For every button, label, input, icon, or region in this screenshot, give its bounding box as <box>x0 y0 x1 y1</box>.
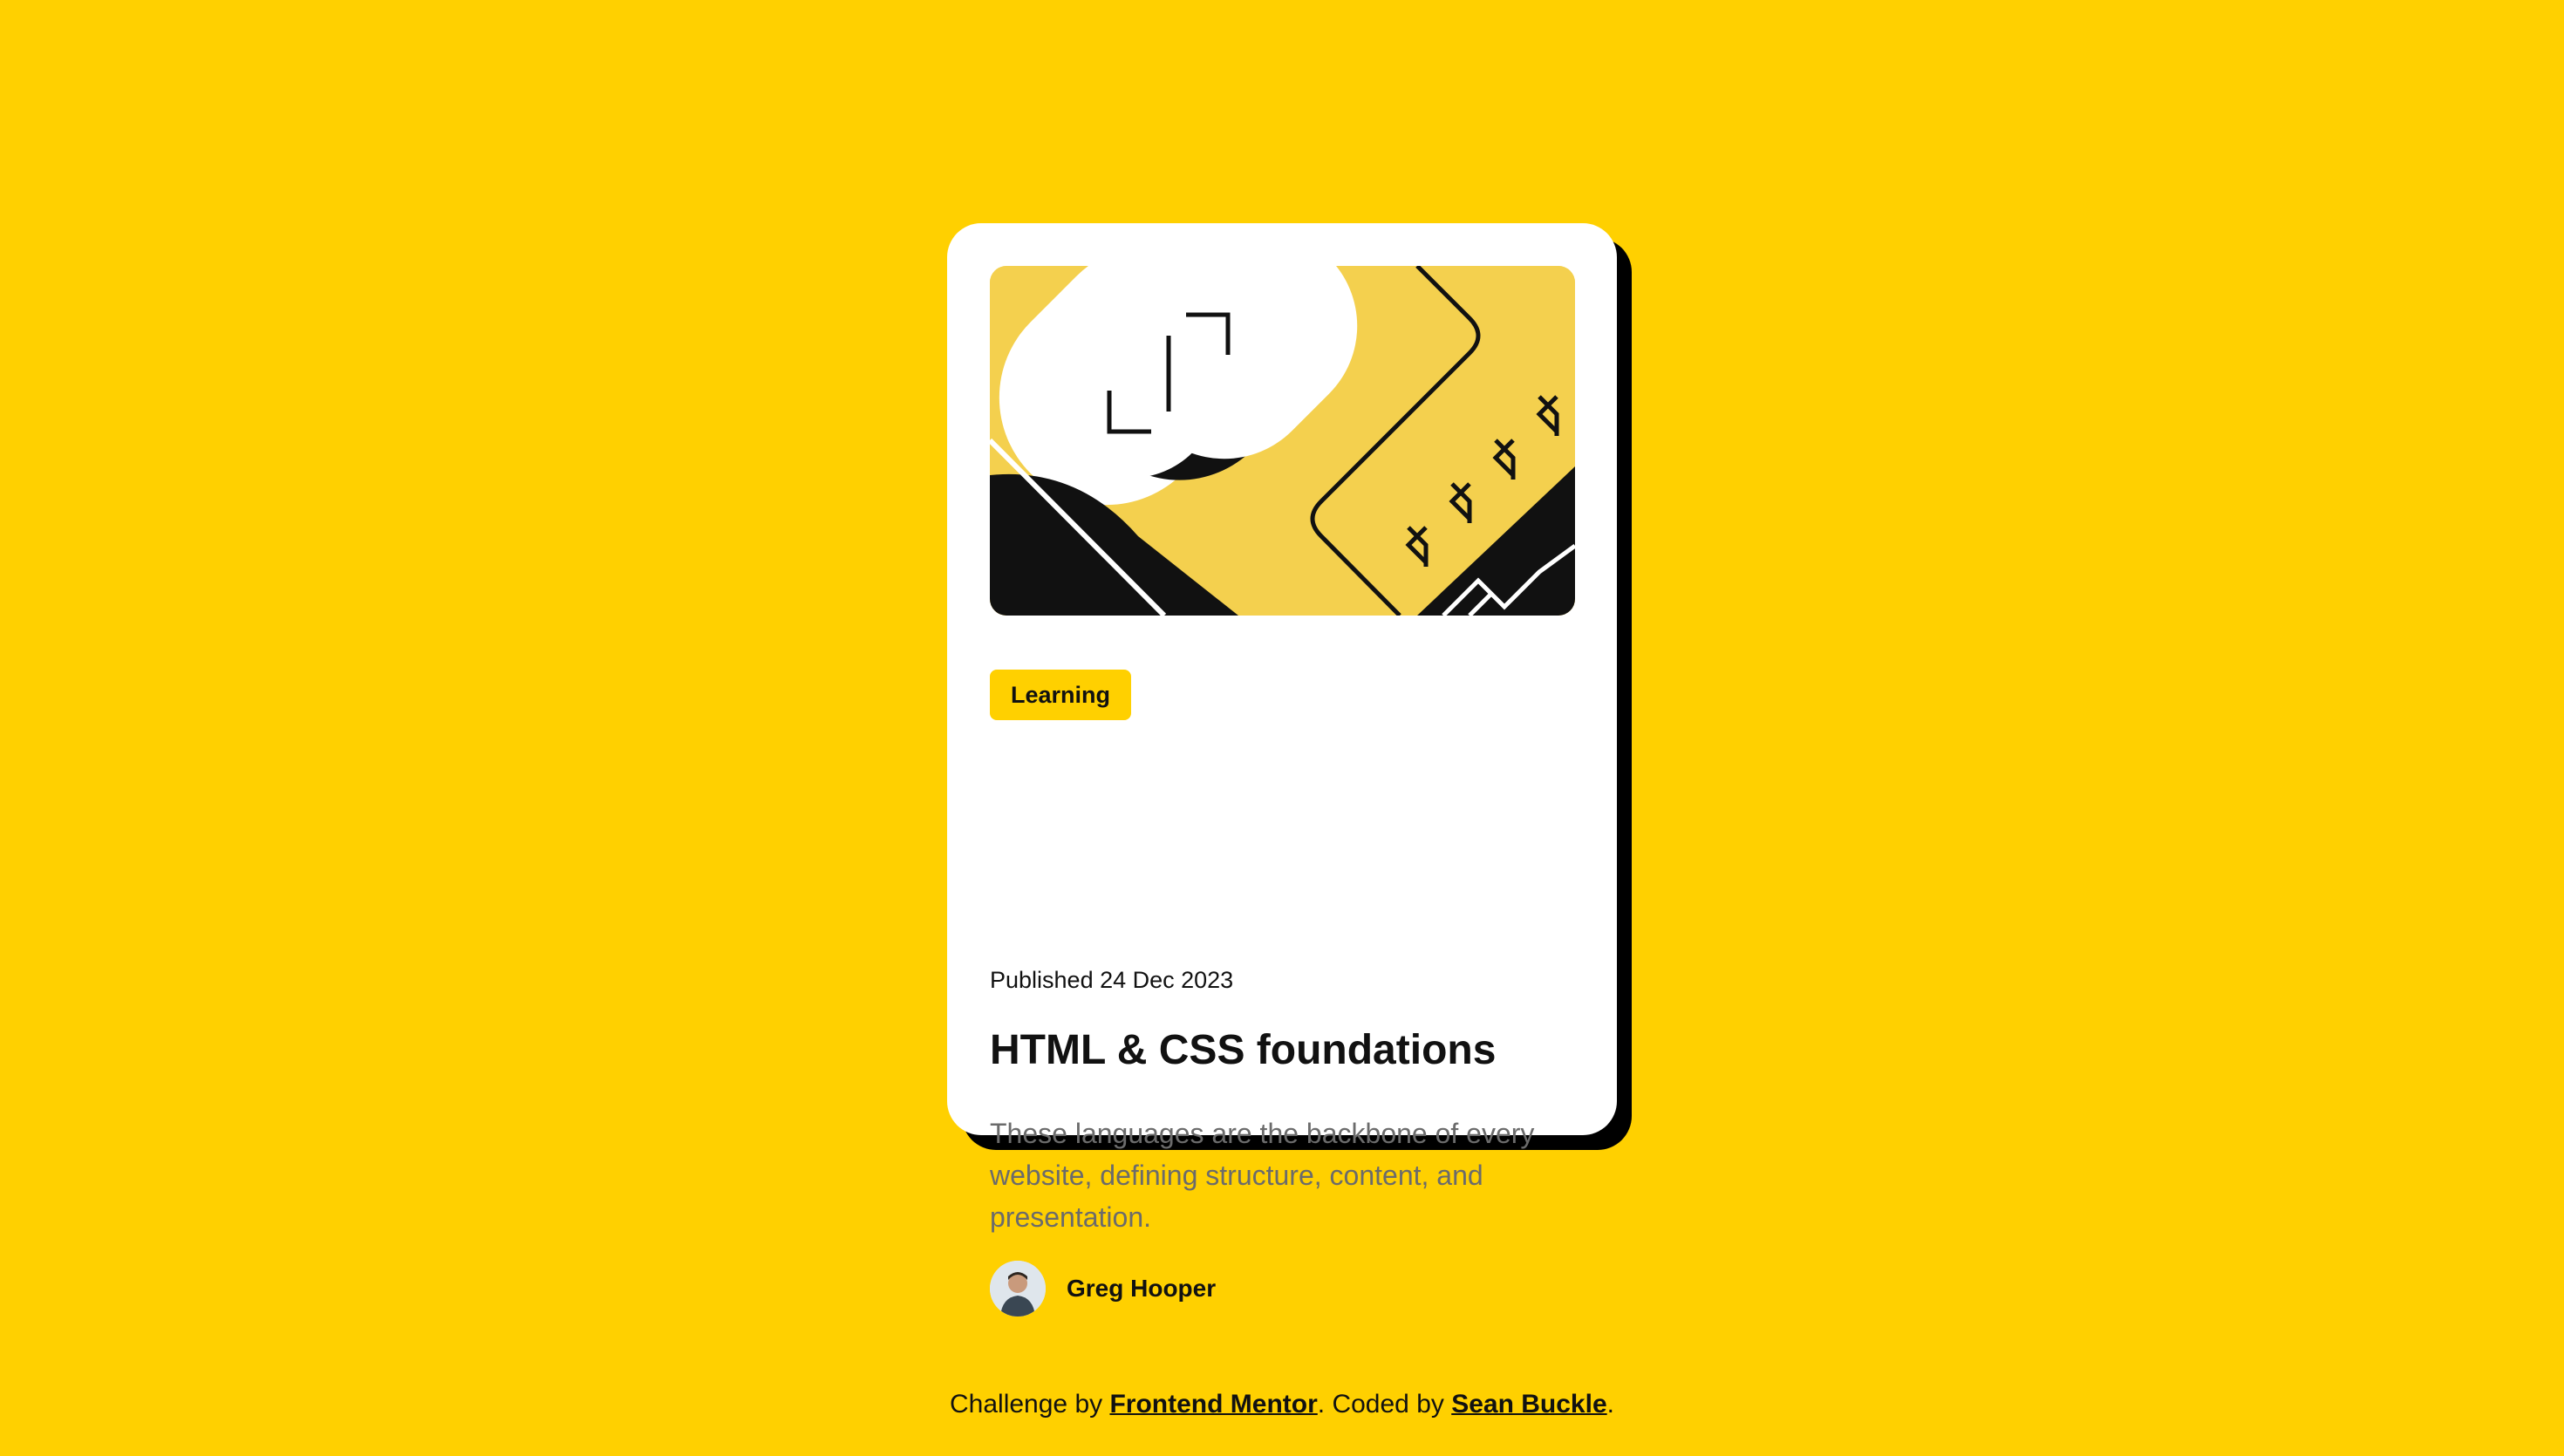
user-avatar-icon <box>990 1261 1046 1317</box>
category-tag-label: Learning <box>1011 681 1111 708</box>
footer-middle: . Coded by <box>1317 1390 1444 1419</box>
illustration-icon <box>990 266 1575 616</box>
hero-illustration <box>990 266 1575 616</box>
published-date: Published 24 Dec 2023 <box>990 967 1234 993</box>
avatar <box>990 1261 1046 1317</box>
category-tag: Learning <box>990 670 1132 720</box>
footer-prefix: Challenge by <box>950 1390 1103 1419</box>
author-link[interactable]: Sean Buckle <box>1451 1390 1606 1419</box>
footer-suffix: . <box>1606 1390 1614 1419</box>
card-title[interactable]: HTML & CSS foundations <box>990 1027 1496 1074</box>
frontend-mentor-link[interactable]: Frontend Mentor <box>1109 1390 1317 1419</box>
card-description: These languages are the backbone of ever… <box>990 1118 1535 1233</box>
attribution-footer: Challenge by Frontend Mentor. Coded by S… <box>0 1390 2564 1419</box>
author-name: Greg Hooper <box>1067 1275 1217 1302</box>
blog-preview-card: Learning Published 24 Dec 2023 HTML & CS… <box>947 223 1617 1317</box>
author: Greg Hooper <box>990 1261 1216 1317</box>
